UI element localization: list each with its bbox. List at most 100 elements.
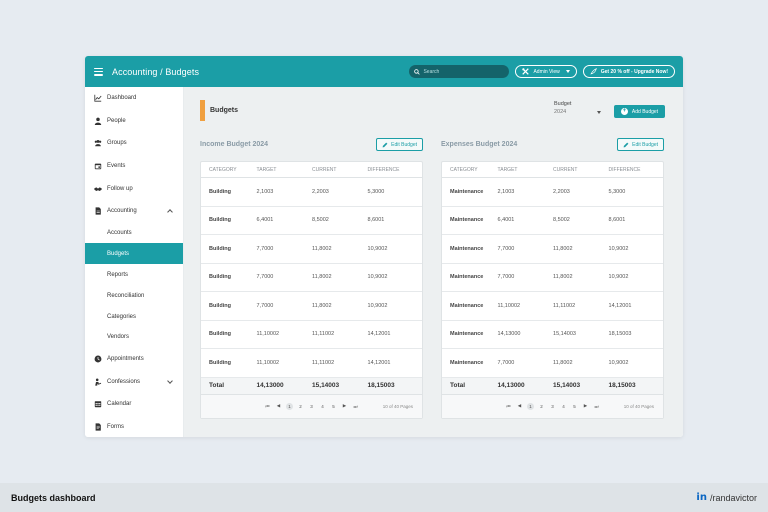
table-row[interactable]: Building 2,1003 2,2003 5,3000: [201, 178, 422, 207]
sidebar-subitem-reports[interactable]: Reports: [85, 264, 183, 285]
sidebar-item-appointments[interactable]: Appointments: [85, 348, 183, 371]
chevron-up-icon[interactable]: [167, 209, 173, 215]
cell-target: 6,4001: [497, 217, 515, 224]
sidebar-item-confessions[interactable]: Confessions: [85, 371, 183, 394]
pencil-icon: [382, 142, 388, 147]
total-difference: 18,15003: [367, 382, 395, 389]
tools-icon: [522, 68, 530, 75]
cell-difference: 10,9002: [608, 274, 629, 281]
cell-current: 11,8002: [312, 302, 332, 309]
page-title: Budgets: [210, 107, 238, 114]
sidebar-item-events[interactable]: Events: [85, 155, 183, 178]
sidebar-item-follow-up[interactable]: Follow up: [85, 177, 183, 200]
edit-income-budget-button[interactable]: Edit Budget: [376, 138, 423, 151]
sidebar-item-label: Events: [107, 163, 126, 170]
cell-category: Building: [209, 331, 231, 338]
page-button[interactable]: 3: [308, 403, 315, 410]
sidebar-item-people[interactable]: People: [85, 110, 183, 133]
search-input[interactable]: [423, 68, 502, 75]
caption-footer: Budgets dashboard in /randavictor: [0, 483, 768, 512]
table-row[interactable]: Building 7,7000 11,8002 10,9002: [201, 292, 422, 321]
table-row[interactable]: Maintenance 7,7000 11,8002 10,9002: [442, 349, 663, 378]
table-row[interactable]: Maintenance 7,7000 11,8002 10,9002: [442, 235, 663, 264]
cell-current: 2,2003: [312, 188, 329, 195]
cell-current: 11,8002: [553, 359, 573, 366]
handshake-icon: [94, 187, 102, 191]
edit-expenses-budget-button[interactable]: Edit Budget: [617, 138, 664, 151]
calendar-icon: [94, 401, 102, 408]
last-page-button[interactable]: ⏭: [593, 403, 600, 410]
cell-category: Building: [209, 359, 231, 366]
sidebar-subitem-categories[interactable]: Categories: [85, 306, 183, 327]
table-row[interactable]: Building 7,7000 11,8002 10,9002: [201, 264, 422, 292]
table-row[interactable]: Building 11,10002 11,11002 14,12001: [201, 321, 422, 349]
table-row[interactable]: Building 6,4001 8,5002 8,6001: [201, 207, 422, 235]
admin-view-label: Admin View: [533, 68, 560, 75]
page-button[interactable]: 4: [560, 403, 567, 410]
page-button[interactable]: 2: [297, 403, 304, 410]
prev-page-button[interactable]: ◀: [275, 403, 282, 410]
table-row[interactable]: Maintenance 2,1003 2,2003 5,3000: [442, 178, 663, 207]
sidebar-item-forms[interactable]: Forms: [85, 416, 183, 437]
cell-current: 11,8002: [553, 245, 573, 252]
table-row[interactable]: Maintenance 6,4001 8,5002 8,6001: [442, 207, 663, 235]
chevron-down-icon[interactable]: [167, 377, 173, 384]
expenses-panel-title: Expenses Budget 2024: [441, 141, 518, 148]
page-header: Budgets: [200, 100, 238, 121]
person-icon: [94, 117, 102, 125]
first-page-button[interactable]: ⏮: [505, 403, 512, 410]
sidebar-subitem-accounts[interactable]: Accounts: [85, 223, 183, 244]
budget-year-select[interactable]: Budget 2024: [554, 101, 601, 115]
table-row[interactable]: Maintenance 11,10002 11,11002 14,12001: [442, 292, 663, 321]
plus-circle-icon: +: [620, 108, 628, 115]
page-info: 10 of 40 Pages: [623, 403, 654, 409]
hamburger-menu-icon[interactable]: [94, 67, 103, 76]
table-row[interactable]: Maintenance 7,7000 11,8002 10,9002: [442, 264, 663, 292]
clock-icon: [94, 355, 102, 363]
sidebar-subitem-vendors[interactable]: Vendors: [85, 327, 183, 348]
cell-difference: 8,6001: [367, 217, 385, 224]
main-content: Budgets Budget 2024 + Add Budget Income …: [184, 87, 683, 437]
cell-current: 2,2003: [553, 188, 570, 195]
page-button[interactable]: 3: [549, 403, 556, 410]
sidebar-item-label: Groups: [107, 140, 127, 147]
add-budget-button[interactable]: + Add Budget: [614, 105, 665, 118]
page-button[interactable]: 1: [527, 402, 534, 410]
income-pagination: ⏮ ◀ 1 2 3 4 5 ▶ ⏭ 10 of 40 Pages: [201, 394, 422, 418]
sidebar-item-accounting[interactable]: Accounting: [85, 200, 183, 223]
sidebar-item-calendar[interactable]: Calendar: [85, 393, 183, 416]
sidebar-subitem-reconciliation[interactable]: Reconciliation: [85, 285, 183, 306]
sidebar-item-dashboard[interactable]: Dashboard: [85, 87, 183, 110]
first-page-button[interactable]: ⏮: [264, 403, 271, 410]
table-row[interactable]: Maintenance 14,13000 15,14003 18,15003: [442, 321, 663, 349]
page-button[interactable]: 5: [330, 403, 337, 410]
page-button[interactable]: 2: [538, 403, 545, 410]
prev-page-button[interactable]: ◀: [516, 403, 523, 410]
cell-category: Maintenance: [450, 331, 484, 338]
pencil-icon: [623, 142, 629, 147]
next-page-button[interactable]: ▶: [341, 403, 348, 410]
cell-target: 14,13000: [497, 331, 521, 338]
upgrade-button[interactable]: Get 20 % off - Upgrade Now!: [582, 65, 675, 78]
admin-view-dropdown[interactable]: Admin View: [515, 65, 577, 78]
cell-category: Maintenance: [450, 188, 484, 195]
page-button[interactable]: 1: [286, 402, 293, 410]
table-row[interactable]: Building 11,10002 11,11002 14,12001: [201, 349, 422, 378]
page-button[interactable]: 5: [571, 403, 578, 410]
cell-difference: 10,9002: [367, 302, 388, 309]
total-current: 15,14003: [312, 382, 340, 389]
caret-down-icon: [597, 110, 601, 114]
next-page-button[interactable]: ▶: [582, 403, 589, 410]
sidebar-item-groups[interactable]: Groups: [85, 132, 183, 155]
author-credit: in /randavictor: [696, 492, 757, 503]
search-box[interactable]: [409, 65, 510, 78]
table-row[interactable]: Building 7,7000 11,8002 10,9002: [201, 235, 422, 264]
search-icon: [414, 68, 421, 75]
cell-difference: 18,15003: [608, 331, 632, 338]
cell-category: Building: [209, 245, 231, 252]
sidebar-subitem-budgets[interactable]: Budgets: [85, 243, 183, 265]
cell-difference: 14,12001: [367, 331, 391, 338]
page-button[interactable]: 4: [319, 403, 326, 410]
last-page-button[interactable]: ⏭: [352, 403, 359, 410]
income-panel-header: Income Budget 2024 Edit Budget: [200, 137, 423, 152]
